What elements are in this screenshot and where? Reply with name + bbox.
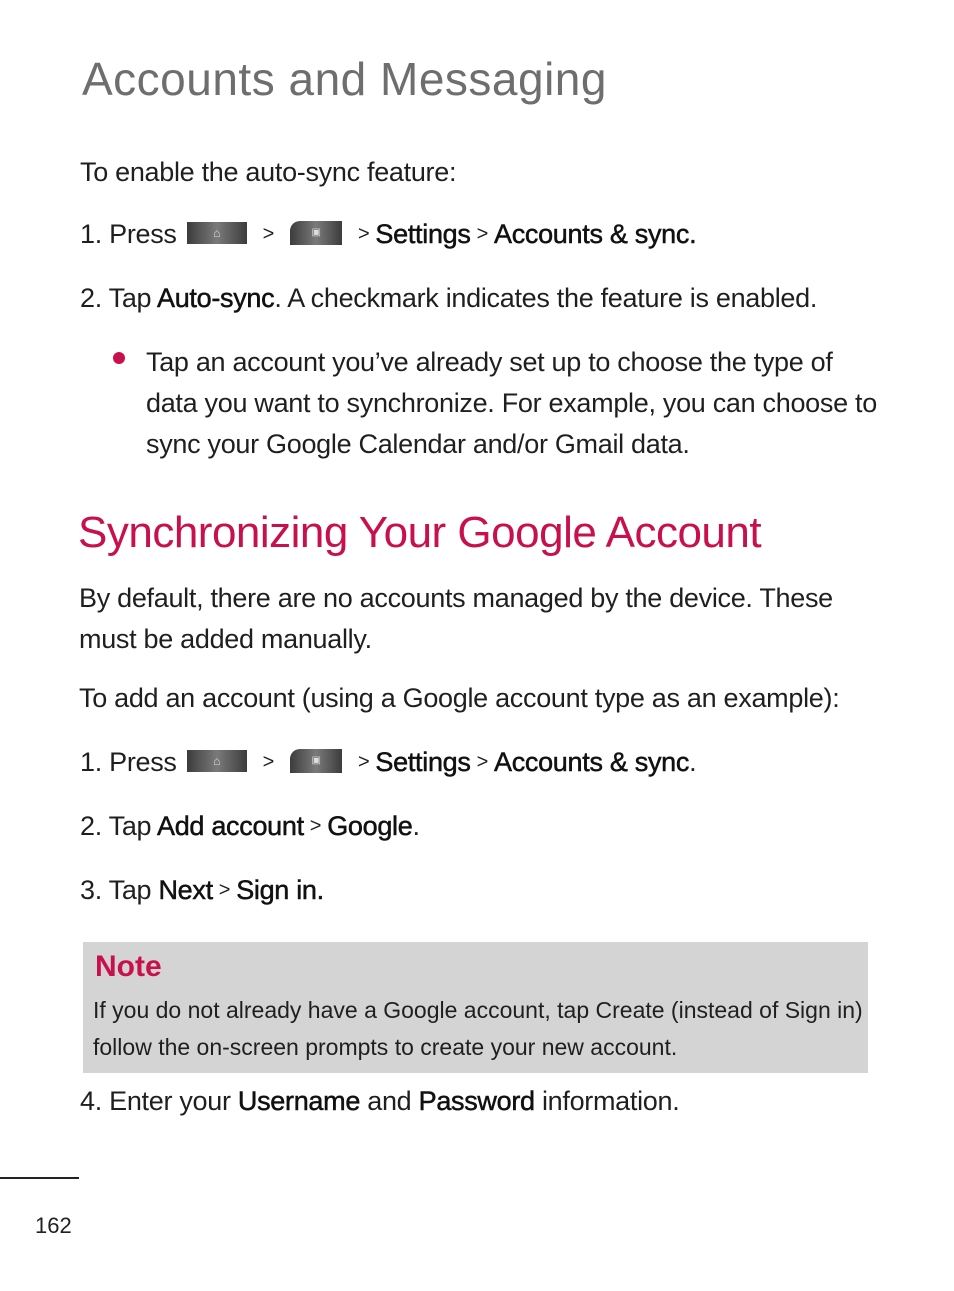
punct: . <box>689 747 697 777</box>
separator: > <box>358 223 370 245</box>
google-label: Google <box>327 811 413 842</box>
sign-in-label: Sign in. <box>236 875 324 906</box>
step-text: . A checkmark indicates the feature is e… <box>274 283 818 313</box>
step-number: 3. Tap <box>80 875 152 905</box>
google-step-3: 3. Tap Next > Sign in. <box>80 870 324 914</box>
google-step-2: 2. Tap Add account > Google. <box>80 806 420 850</box>
accounts-sync-label: Accounts & sync <box>493 747 690 778</box>
add-account-label: Add account <box>156 811 305 842</box>
google-step-4: 4. Enter your Username and Password info… <box>80 1081 680 1122</box>
home-key-icon: ⌂ <box>186 749 247 772</box>
step-number: 1. Press <box>80 747 177 777</box>
autosync-step-2: 2. Tap Auto-sync. A checkmark indicates … <box>80 278 817 319</box>
note-title: Note <box>95 950 162 983</box>
step-number: 1. Press <box>80 219 177 249</box>
menu-key-icon: ▣ <box>290 748 343 773</box>
autosync-heading: To enable the auto-sync feature: <box>80 157 457 187</box>
separator: > <box>476 751 489 773</box>
punct: . <box>412 811 420 841</box>
google-step-1: 1. Press ⌂ > ▣ > Settings > Accounts & sync. <box>80 742 697 786</box>
step-number: 2. Tap <box>80 811 152 841</box>
autosync-step-1: 1. Press ⌂ > ▣ > Settings > Accounts & sync. <box>80 214 697 258</box>
menu-key-icon: ▣ <box>290 220 343 245</box>
footer-rule <box>0 1177 79 1179</box>
step-number: 4. Enter your <box>80 1086 231 1116</box>
page-number: 162 <box>35 1213 72 1238</box>
separator: > <box>262 751 275 773</box>
settings-label: Settings <box>375 747 471 778</box>
separator: > <box>218 879 231 901</box>
note-box: Note If you do not already have a Google… <box>83 942 868 1073</box>
separator: > <box>262 223 275 245</box>
lead-paragraph: To add an account (using a Google accoun… <box>79 683 840 713</box>
section-title: Accounts and Messaging <box>82 53 607 105</box>
username-label: Username <box>237 1086 361 1117</box>
accounts-sync-label: Accounts & sync. <box>493 219 697 250</box>
bullet-icon <box>113 352 125 364</box>
next-label: Next <box>158 875 213 906</box>
separator: > <box>358 751 370 773</box>
settings-label: Settings <box>375 219 471 250</box>
step-text: information. <box>541 1086 680 1116</box>
conjunction: and <box>367 1086 412 1116</box>
bullet-text: Tap an account you’ve already set up to … <box>146 347 877 459</box>
separator: > <box>309 815 322 837</box>
password-label: Password <box>418 1086 535 1117</box>
separator: > <box>476 223 489 245</box>
note-text: If you do not already have a Google acco… <box>93 997 863 1060</box>
auto-sync-label: Auto-sync <box>156 283 275 314</box>
step-number: 2. Tap <box>80 283 152 313</box>
google-section-title: Synchronizing Your Google Account <box>78 508 762 557</box>
home-key-icon: ⌂ <box>186 221 247 244</box>
intro-paragraph: By default, there are no accounts manage… <box>79 583 833 654</box>
